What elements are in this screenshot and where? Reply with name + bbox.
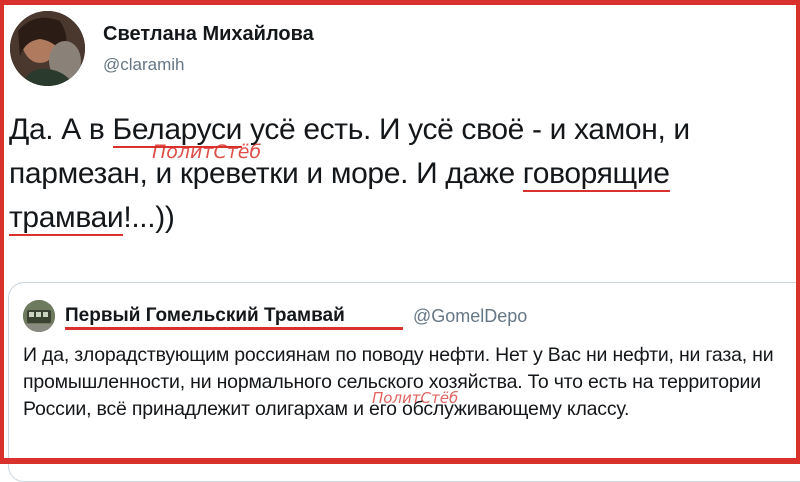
tram-photo-icon xyxy=(23,300,55,332)
author-avatar[interactable] xyxy=(10,11,85,86)
tweet-underlined-belarus: Беларуси xyxy=(112,113,243,148)
quoted-author-handle[interactable]: @GomelDepo xyxy=(413,306,527,327)
tweet-text-part: !...)) xyxy=(123,201,175,234)
tweet-text: Да. А в Беларуси усё есть. И усё своё - … xyxy=(9,108,799,240)
author-handle[interactable]: @claramih xyxy=(103,55,185,75)
quoted-author-name[interactable]: Первый Гомельский Трамвай xyxy=(65,305,345,327)
author-photo-icon xyxy=(10,11,85,86)
quoted-name-underline xyxy=(65,327,403,330)
quoted-author-avatar[interactable] xyxy=(23,300,55,332)
tweet-text-part: Да. А в xyxy=(9,113,113,146)
quoted-tweet-text: И да, злорадствующим россиянам по поводу… xyxy=(23,344,774,420)
author-name[interactable]: Светлана Михайлова xyxy=(103,23,314,46)
